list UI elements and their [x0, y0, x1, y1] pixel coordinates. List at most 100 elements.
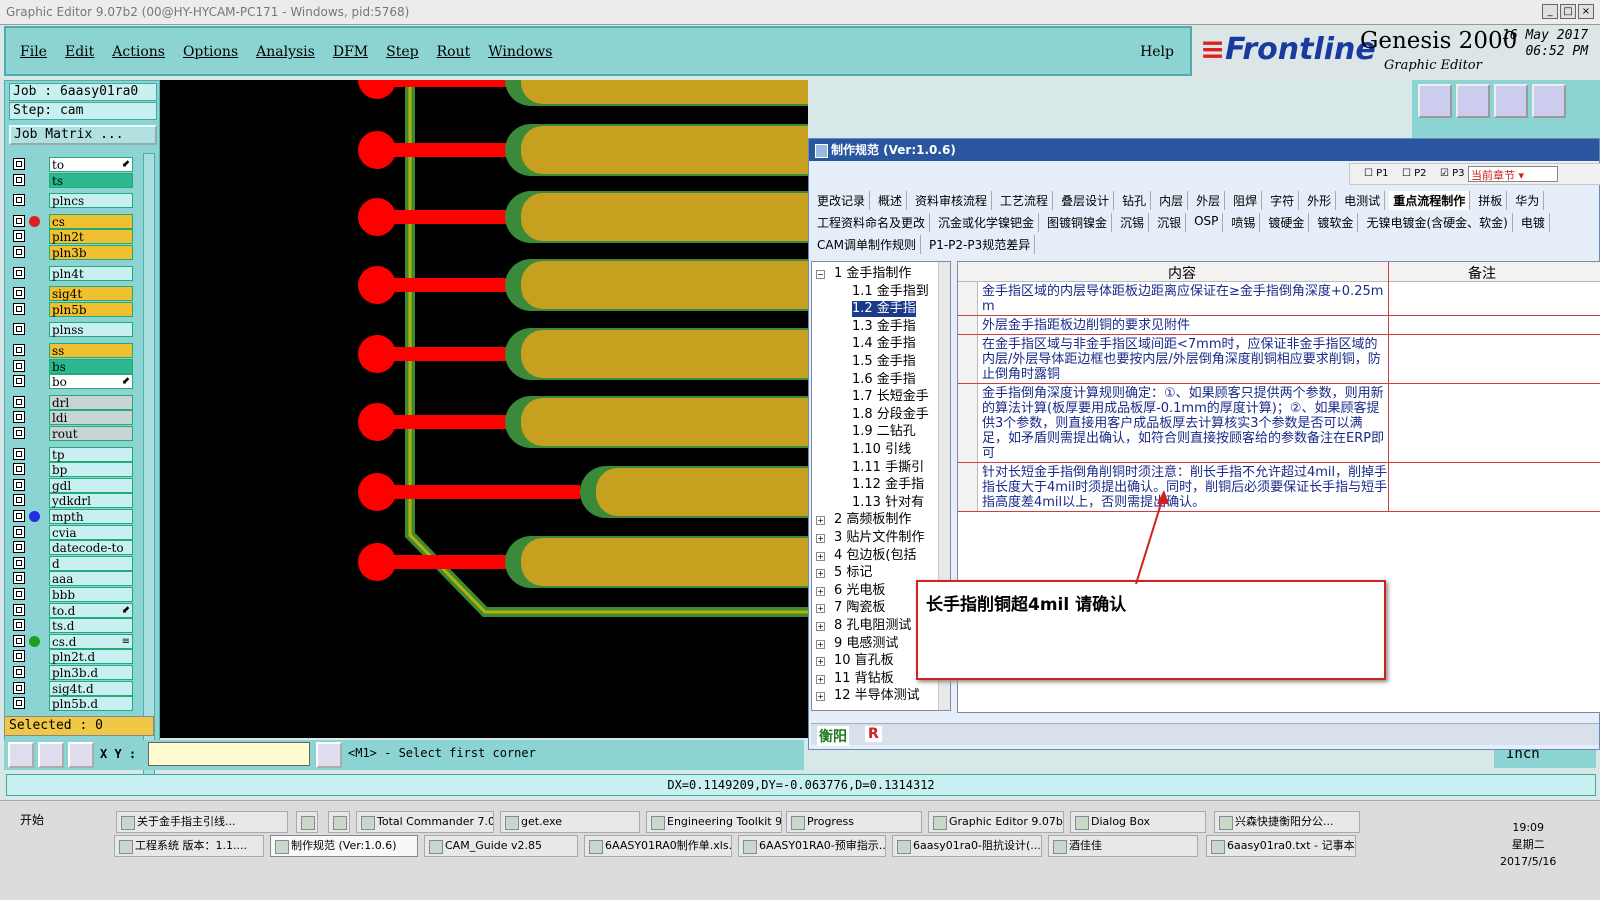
- layer-name[interactable]: drl: [49, 394, 133, 410]
- tab[interactable]: 重点流程制作: [1389, 191, 1471, 210]
- tab[interactable]: 沉金或化学镍钯金: [934, 213, 1040, 232]
- layer-checkbox[interactable]: [13, 359, 25, 372]
- tab[interactable]: 喷锡: [1227, 213, 1261, 232]
- tab[interactable]: 外层: [1192, 191, 1226, 210]
- layer-row[interactable]: ldi: [11, 410, 135, 426]
- tree-node[interactable]: 9 电感测试: [834, 636, 898, 652]
- layer-name[interactable]: sig4t: [49, 286, 133, 302]
- tree-node[interactable]: 2 高频板制作: [834, 512, 911, 528]
- tab[interactable]: 叠层设计: [1057, 191, 1115, 210]
- layer-row[interactable]: bbb: [11, 587, 135, 602]
- taskbar-item[interactable]: Engineering Toolkit 9....: [646, 811, 782, 833]
- tree-node[interactable]: 11 背钻板: [834, 671, 894, 687]
- tree-node[interactable]: 10 盲孔板: [834, 653, 894, 669]
- grid-tool-icon[interactable]: [68, 742, 94, 768]
- layer-checkbox[interactable]: [13, 697, 25, 710]
- tree-node[interactable]: 1 金手指制作: [834, 266, 911, 282]
- tab[interactable]: 拼板: [1474, 191, 1508, 210]
- layer-row[interactable]: bo ⬋: [11, 374, 135, 390]
- layer-checkbox[interactable]: [13, 681, 25, 694]
- layer-name[interactable]: cs: [49, 213, 133, 229]
- zoom-tool-icon[interactable]: [8, 742, 34, 768]
- taskbar-item[interactable]: 酒佳佳: [1048, 835, 1198, 857]
- tab[interactable]: 字符: [1266, 191, 1300, 210]
- tab[interactable]: 工程资料命名及更改: [813, 213, 931, 232]
- layer-name[interactable]: aaa: [49, 571, 133, 587]
- layer-name[interactable]: plnss: [49, 322, 133, 338]
- tab[interactable]: 电镀: [1517, 213, 1550, 232]
- taskbar-item[interactable]: 6AASY01RA0-预审指示...: [738, 835, 886, 857]
- layer-checkbox[interactable]: [13, 666, 25, 678]
- menu-file[interactable]: File: [20, 44, 47, 60]
- layer-row[interactable]: ts: [11, 172, 135, 188]
- tree-node[interactable]: 1.2 金手指: [852, 301, 916, 318]
- taskbar-item[interactable]: 6AASY01RA0制作单.xls...: [584, 835, 732, 857]
- tree-node[interactable]: 12 半导体测试: [834, 688, 920, 704]
- layer-name[interactable]: datecode-to: [49, 540, 133, 556]
- tree-node[interactable]: 3 贴片文件制作: [834, 530, 924, 546]
- layer-checkbox[interactable]: [13, 588, 25, 600]
- layer-row[interactable]: datecode-to: [11, 540, 135, 556]
- layer-checkbox[interactable]: [13, 634, 25, 647]
- layer-row[interactable]: sig4t.d: [11, 680, 135, 696]
- tree-node[interactable]: 8 孔电阻测试: [834, 618, 911, 634]
- tree-node[interactable]: 7 陶瓷板: [834, 600, 885, 616]
- taskbar-item[interactable]: [328, 811, 350, 833]
- layer-checkbox[interactable]: [13, 375, 25, 388]
- layer-name[interactable]: ldi: [49, 410, 133, 426]
- tree-node[interactable]: 4 包边板(包括: [834, 548, 916, 564]
- menu-windows[interactable]: Windows: [488, 44, 552, 60]
- layer-name[interactable]: ydkdrl: [49, 493, 133, 509]
- tab[interactable]: 沉锡: [1116, 213, 1150, 232]
- layer-name[interactable]: pln5b: [49, 301, 133, 317]
- table-row[interactable]: 金手指区域的内层导体距板边距离应保证在≥金手指倒角深度+0.25mm: [958, 282, 1600, 316]
- taskbar-item[interactable]: 6aasy01ra0-阻抗设计(...: [892, 835, 1042, 857]
- menu-analysis[interactable]: Analysis: [256, 44, 315, 60]
- layer-checkbox[interactable]: [13, 158, 25, 170]
- layer-checkbox[interactable]: [13, 173, 25, 186]
- tab[interactable]: 阻焊: [1229, 191, 1263, 210]
- tab[interactable]: 华为: [1511, 191, 1545, 210]
- layer-checkbox[interactable]: [13, 395, 25, 408]
- layer-checkbox[interactable]: [13, 323, 25, 336]
- taskbar-item[interactable]: 工程系统 版本：1.1....: [114, 835, 264, 857]
- taskbar-item[interactable]: Total Commander 7.0...: [356, 811, 494, 833]
- tab[interactable]: 沉银: [1153, 213, 1187, 232]
- layer-name[interactable]: cvia: [49, 524, 133, 540]
- layer-checkbox[interactable]: [13, 214, 25, 227]
- tab[interactable]: 资料审核流程: [911, 191, 993, 210]
- tree-node[interactable]: 1.11 手撕引: [852, 460, 924, 476]
- tree-node[interactable]: 1.12 金手指: [852, 477, 924, 493]
- graphic-canvas[interactable]: [160, 80, 808, 738]
- tree-node[interactable]: 1.13 针对有: [852, 495, 924, 511]
- layer-checkbox[interactable]: [13, 411, 25, 424]
- maximize-button[interactable]: □: [1560, 4, 1576, 19]
- layer-row[interactable]: pln2t: [11, 229, 135, 245]
- layer-row[interactable]: plnss: [11, 322, 135, 338]
- layer-checkbox[interactable]: [13, 427, 25, 439]
- layer-checkbox[interactable]: [13, 344, 25, 356]
- layer-name[interactable]: plncs: [49, 193, 133, 209]
- layer-row[interactable]: pln5b: [11, 301, 135, 317]
- start-button[interactable]: 开始: [2, 811, 44, 828]
- col-remark[interactable]: 备注: [1468, 263, 1496, 283]
- menu-rout[interactable]: Rout: [437, 44, 471, 60]
- layer-checkbox[interactable]: [13, 603, 25, 616]
- toolbar-button-1[interactable]: [1418, 84, 1452, 118]
- tree-expander[interactable]: +: [816, 516, 825, 526]
- tab[interactable]: 钻孔: [1118, 191, 1152, 210]
- layer-checkbox[interactable]: [13, 650, 25, 663]
- layer-row[interactable]: pln4t: [11, 265, 135, 281]
- tab[interactable]: P1-P2-P3规范差异: [925, 235, 1036, 254]
- p-check-p3[interactable]: ☑ P3: [1440, 168, 1465, 179]
- layer-scrollbar[interactable]: [143, 153, 155, 783]
- menu-dfm[interactable]: DFM: [333, 44, 368, 60]
- layer-checkbox[interactable]: [13, 302, 25, 315]
- layer-row[interactable]: drl: [11, 394, 135, 410]
- layer-name[interactable]: bp: [49, 462, 133, 478]
- tree-node[interactable]: 6 光电板: [834, 583, 885, 599]
- xy-input[interactable]: [148, 742, 310, 766]
- tree-node[interactable]: 1.6 金手指: [852, 372, 916, 388]
- tab[interactable]: CAM调单制作规则: [813, 235, 921, 254]
- layer-checkbox[interactable]: [13, 619, 25, 632]
